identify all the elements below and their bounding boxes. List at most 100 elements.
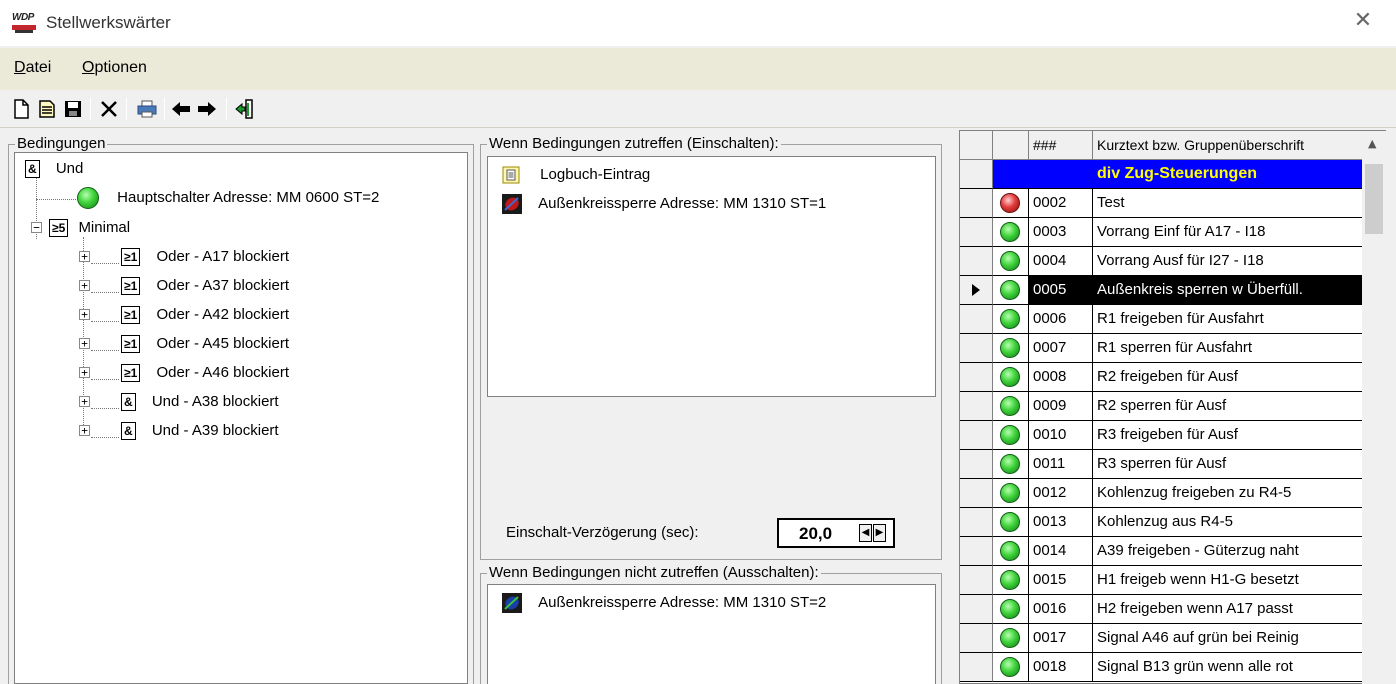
- red-lamp-icon[interactable]: [1000, 193, 1020, 213]
- tree-node-item[interactable]: + ≥1 Oder - A17 blockiert: [79, 243, 289, 271]
- scroll-thumb[interactable]: [1365, 164, 1383, 234]
- green-lamp-icon[interactable]: [1000, 396, 1020, 416]
- table-row[interactable]: 0017 Signal A46 auf grün bei Reinig: [960, 624, 1365, 653]
- table-row[interactable]: 0015 H1 freigeb wenn H1-G besetzt: [960, 566, 1365, 595]
- green-lamp-icon[interactable]: [1000, 251, 1020, 271]
- delay-input[interactable]: 20,0 ◀ ▶: [777, 518, 895, 548]
- green-lamp-icon[interactable]: [1000, 570, 1020, 590]
- tree-node-item[interactable]: + & Und - A38 blockiert: [79, 388, 279, 416]
- row-id: 0011: [1029, 450, 1093, 479]
- table-row[interactable]: 0009 R2 sperren für Ausf: [960, 392, 1365, 421]
- table-row[interactable]: 0011 R3 sperren für Ausf: [960, 450, 1365, 479]
- exit-icon[interactable]: [234, 98, 256, 120]
- green-lamp-icon[interactable]: [1000, 425, 1020, 445]
- table-row[interactable]: 0012 Kohlenzug freigeben zu R4-5: [960, 479, 1365, 508]
- save-icon[interactable]: [62, 98, 84, 120]
- row-id: 0013: [1029, 508, 1093, 537]
- expand-icon[interactable]: +: [79, 309, 90, 320]
- row-id: 0006: [1029, 305, 1093, 334]
- expand-icon[interactable]: +: [79, 338, 90, 349]
- expand-icon[interactable]: +: [79, 367, 90, 378]
- tree-node-item[interactable]: + ≥1 Oder - A45 blockiert: [79, 330, 289, 358]
- table-row[interactable]: 0013 Kohlenzug aus R4-5: [960, 508, 1365, 537]
- new-icon[interactable]: [10, 98, 32, 120]
- delete-icon[interactable]: [98, 98, 120, 120]
- row-text: H1 freigeb wenn H1-G besetzt: [1093, 566, 1365, 595]
- table-row[interactable]: 0010 R3 freigeben für Ausf: [960, 421, 1365, 450]
- column-header-text[interactable]: Kurztext bzw. Gruppenüberschrift: [1093, 131, 1365, 160]
- print-icon[interactable]: [136, 98, 158, 120]
- table-row[interactable]: 0014 A39 freigeben - Güterzug naht: [960, 537, 1365, 566]
- title-bar: WDP Stellwerkswärter ✕: [0, 0, 1396, 46]
- green-lamp-icon[interactable]: [1000, 367, 1020, 387]
- signal-blue-icon: [502, 593, 522, 614]
- trigger-grid[interactable]: ### Kurztext bzw. Gruppenüberschrift div…: [959, 130, 1386, 684]
- row-text: Kohlenzug freigeben zu R4-5: [1093, 479, 1365, 508]
- on-actions-group-label: Wenn Bedingungen zutreffen (Einschalten)…: [487, 135, 781, 152]
- close-icon[interactable]: ✕: [1352, 10, 1374, 32]
- list-item-logbook[interactable]: Logbuch-Eintrag: [502, 161, 650, 189]
- increment-arrow-icon[interactable]: ▶: [873, 524, 886, 542]
- on-actions-list[interactable]: Logbuch-Eintrag Außenkreissperre Adresse…: [487, 156, 936, 397]
- grid-scrollbar[interactable]: ▲: [1362, 131, 1386, 684]
- tree-node-main-switch[interactable]: Hauptschalter Adresse: MM 0600 ST=2: [77, 184, 379, 212]
- table-row[interactable]: 0003 Vorrang Einf für A17 - I18: [960, 218, 1365, 247]
- expand-icon[interactable]: +: [79, 425, 90, 436]
- list-item-outer-lock-off[interactable]: Außenkreissperre Adresse: MM 1310 ST=2: [502, 589, 826, 617]
- row-text: R1 freigeben für Ausfahrt: [1093, 305, 1365, 334]
- tree-node-item[interactable]: + ≥1 Oder - A42 blockiert: [79, 301, 289, 329]
- scroll-up-icon[interactable]: ▲: [1368, 137, 1376, 150]
- green-lamp-icon[interactable]: [1000, 280, 1020, 300]
- row-id: 0008: [1029, 363, 1093, 392]
- green-lamp-icon[interactable]: [1000, 483, 1020, 503]
- menu-datei[interactable]: Datei: [14, 59, 51, 77]
- tree-node-item[interactable]: + ≥1 Oder - A46 blockiert: [79, 359, 289, 387]
- table-row[interactable]: 0005 Außenkreis sperren w Überfüll.: [960, 276, 1365, 305]
- tree-node-root[interactable]: & Und: [25, 155, 83, 183]
- open-icon[interactable]: [36, 98, 58, 120]
- green-lamp-icon[interactable]: [1000, 338, 1020, 358]
- row-text: A39 freigeben - Güterzug naht: [1093, 537, 1365, 566]
- table-row[interactable]: 0006 R1 freigeben für Ausfahrt: [960, 305, 1365, 334]
- tree-node-minimal[interactable]: − ≥5 Minimal: [31, 214, 130, 242]
- grid-group-row[interactable]: div Zug-Steuerungen: [960, 160, 1365, 189]
- tree-node-item[interactable]: + & Und - A39 blockiert: [79, 417, 279, 445]
- table-row[interactable]: 0018 Signal B13 grün wenn alle rot: [960, 653, 1365, 682]
- off-actions-list[interactable]: Außenkreissperre Adresse: MM 1310 ST=2: [487, 584, 936, 684]
- green-lamp-icon[interactable]: [1000, 599, 1020, 619]
- delay-label: Einschalt-Verzögerung (sec):: [506, 524, 699, 541]
- row-id: 0015: [1029, 566, 1093, 595]
- row-id: 0016: [1029, 595, 1093, 624]
- collapse-icon[interactable]: −: [31, 222, 42, 233]
- or-gate-icon: ≥1: [121, 335, 141, 354]
- expand-icon[interactable]: +: [79, 251, 90, 262]
- green-lamp-icon[interactable]: [1000, 454, 1020, 474]
- column-header-id[interactable]: ###: [1029, 131, 1093, 160]
- forward-arrow-icon[interactable]: [196, 98, 218, 120]
- table-row[interactable]: 0007 R1 sperren für Ausfahrt: [960, 334, 1365, 363]
- back-arrow-icon[interactable]: [170, 98, 192, 120]
- tree-node-item[interactable]: + ≥1 Oder - A37 blockiert: [79, 272, 289, 300]
- row-text: Signal A46 auf grün bei Reinig: [1093, 624, 1365, 653]
- row-id: 0005: [1029, 276, 1093, 305]
- menu-optionen[interactable]: Optionen: [82, 59, 147, 77]
- green-lamp-icon[interactable]: [1000, 657, 1020, 677]
- row-text: R3 sperren für Ausf: [1093, 450, 1365, 479]
- table-row[interactable]: 0008 R2 freigeben für Ausf: [960, 363, 1365, 392]
- list-item-outer-lock-on[interactable]: Außenkreissperre Adresse: MM 1310 ST=1: [502, 190, 826, 218]
- row-id: 0018: [1029, 653, 1093, 682]
- green-lamp-icon[interactable]: [1000, 512, 1020, 532]
- decrement-arrow-icon[interactable]: ◀: [859, 524, 872, 542]
- table-row[interactable]: 0004 Vorrang Ausf für I27 - I18: [960, 247, 1365, 276]
- green-lamp-icon[interactable]: [1000, 628, 1020, 648]
- row-text: Vorrang Einf für A17 - I18: [1093, 218, 1365, 247]
- expand-icon[interactable]: +: [79, 396, 90, 407]
- conditions-tree[interactable]: & Und Hauptschalter Adresse: MM 0600 ST=…: [14, 152, 468, 684]
- green-lamp-icon[interactable]: [1000, 309, 1020, 329]
- green-lamp-icon[interactable]: [1000, 541, 1020, 561]
- green-lamp-icon[interactable]: [1000, 222, 1020, 242]
- table-row[interactable]: 0016 H2 freigeben wenn A17 passt: [960, 595, 1365, 624]
- expand-icon[interactable]: +: [79, 280, 90, 291]
- table-row[interactable]: 0002 Test: [960, 189, 1365, 218]
- row-text: Test: [1093, 189, 1365, 218]
